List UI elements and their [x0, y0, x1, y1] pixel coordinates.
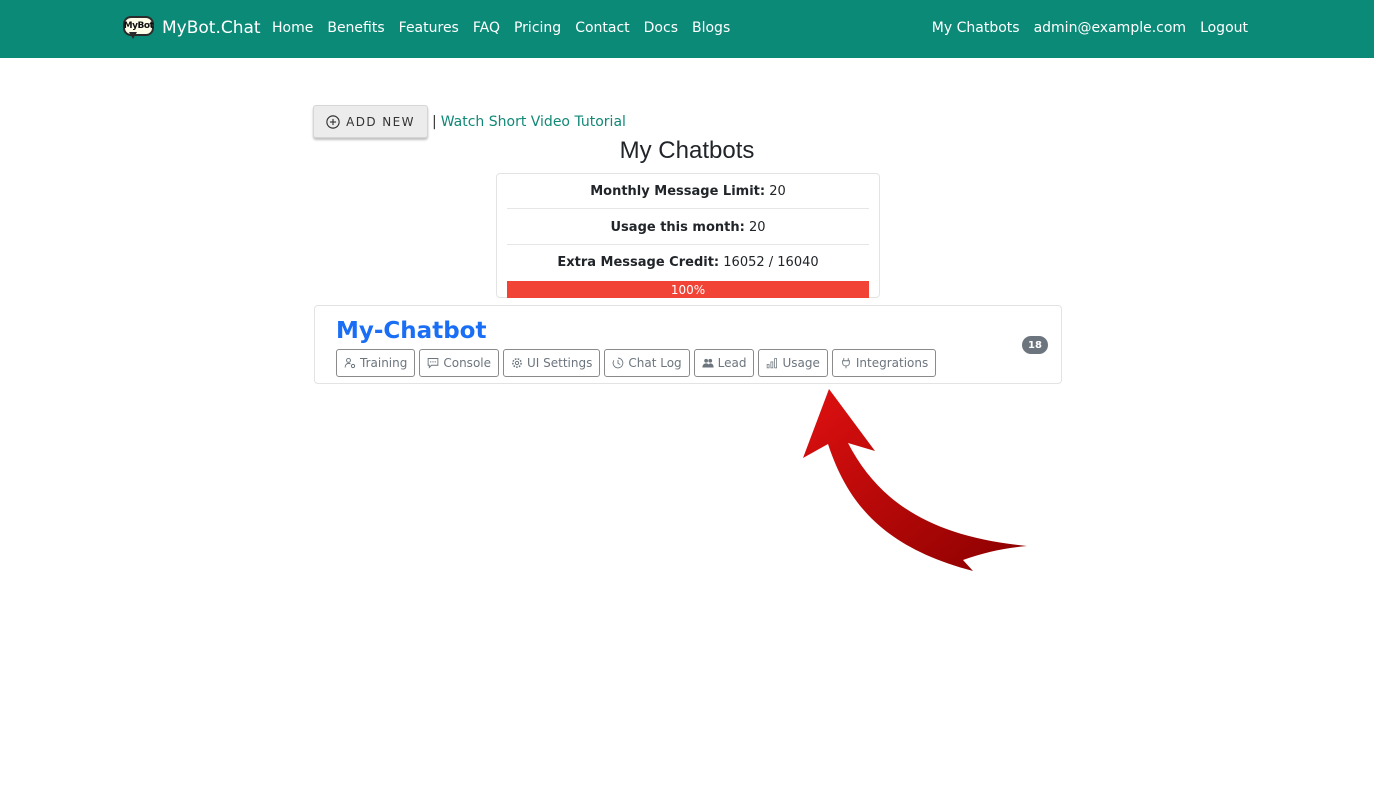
- stat-divider: [507, 244, 869, 245]
- integrations-button[interactable]: Integrations: [831, 349, 937, 377]
- credit-progress-fill: 100%: [507, 281, 869, 298]
- user-nav: My Chatbots admin@example.com Logout: [932, 20, 1248, 36]
- brand-name: MyBot.Chat: [162, 18, 261, 38]
- monthly-limit-label: Monthly Message Limit:: [590, 184, 766, 199]
- nav-blogs[interactable]: Blogs: [692, 20, 730, 36]
- chat-log-button[interactable]: Chat Log: [604, 349, 690, 377]
- chatbot-card: My-Chatbot Training Console UI Settings: [314, 305, 1062, 384]
- nav-pricing[interactable]: Pricing: [514, 20, 561, 36]
- chatbot-actions: Training Console UI Settings Chat Log Le…: [336, 349, 937, 377]
- gear-icon: [512, 358, 522, 368]
- lead-button[interactable]: Lead: [693, 349, 755, 377]
- chat-log-label: Chat Log: [628, 356, 682, 370]
- toolbar-separator: |: [432, 113, 437, 130]
- plug-icon: [842, 358, 850, 369]
- plus-circle-icon: [326, 114, 340, 129]
- brand-logo-text: MyBot: [123, 16, 154, 36]
- console-button[interactable]: Console: [419, 349, 499, 377]
- chatbot-name-link[interactable]: My-Chatbot: [336, 318, 486, 344]
- usage-button[interactable]: Usage: [758, 349, 828, 377]
- nav-faq[interactable]: FAQ: [473, 20, 500, 36]
- nav-home[interactable]: Home: [272, 20, 313, 36]
- arrow-shape: [803, 389, 1027, 571]
- add-new-label: ADD NEW: [346, 114, 415, 129]
- training-label: Training: [360, 356, 408, 370]
- brand-logo-tail: [129, 32, 137, 39]
- integrations-label: Integrations: [855, 356, 929, 370]
- chatbots-toolbar: ADD NEW | Watch Short Video Tutorial: [313, 105, 626, 138]
- page-title: My Chatbots: [619, 137, 755, 164]
- training-button[interactable]: Training: [336, 349, 416, 377]
- ui-settings-button[interactable]: UI Settings: [503, 349, 601, 377]
- monthly-limit-row: Monthly Message Limit: 20: [507, 184, 869, 199]
- usage-value: 20: [748, 220, 766, 235]
- monthly-limit-value: 20: [769, 184, 786, 199]
- nav-my-chatbots[interactable]: My Chatbots: [932, 20, 1020, 36]
- nav-contact[interactable]: Contact: [575, 20, 629, 36]
- chat-dots-icon: [428, 358, 439, 369]
- brand-logo: MyBot: [123, 16, 154, 40]
- top-navbar: MyBot MyBot.Chat Home Benefits Features …: [0, 0, 1374, 58]
- extra-credit-row: Extra Message Credit: 16052 / 16040: [507, 255, 869, 270]
- add-new-button[interactable]: ADD NEW: [313, 105, 428, 138]
- nav-docs[interactable]: Docs: [644, 20, 678, 36]
- annotation-arrow: [803, 389, 1027, 571]
- nav-benefits[interactable]: Benefits: [327, 20, 384, 36]
- bar-chart-icon: [767, 358, 778, 369]
- brand-link[interactable]: MyBot MyBot.Chat: [123, 16, 261, 40]
- nav-features[interactable]: Features: [399, 20, 459, 36]
- usage-label: Usage this month:: [610, 220, 745, 235]
- credit-progress-bar: 100%: [507, 281, 869, 298]
- people-icon: [702, 358, 714, 368]
- extra-credit-label: Extra Message Credit:: [557, 255, 720, 270]
- nav-logout[interactable]: Logout: [1200, 20, 1248, 36]
- lead-label: Lead: [717, 356, 747, 370]
- stat-divider: [507, 208, 869, 209]
- console-label: Console: [443, 356, 491, 370]
- person-gear-icon: [344, 357, 356, 369]
- ui-settings-label: UI Settings: [527, 356, 593, 370]
- extra-credit-value: 16052 / 16040: [723, 255, 819, 270]
- clock-history-icon: [613, 357, 624, 369]
- nav-user-email[interactable]: admin@example.com: [1034, 20, 1186, 36]
- main-nav: Home Benefits Features FAQ Pricing Conta…: [272, 20, 730, 36]
- usage-label: Usage: [782, 356, 820, 370]
- usage-row: Usage this month: 20: [507, 220, 869, 235]
- video-tutorial-link[interactable]: Watch Short Video Tutorial: [441, 114, 626, 130]
- usage-stats-card: Monthly Message Limit: 20 Usage this mon…: [496, 173, 880, 298]
- chatbot-count-badge: 18: [1022, 336, 1048, 354]
